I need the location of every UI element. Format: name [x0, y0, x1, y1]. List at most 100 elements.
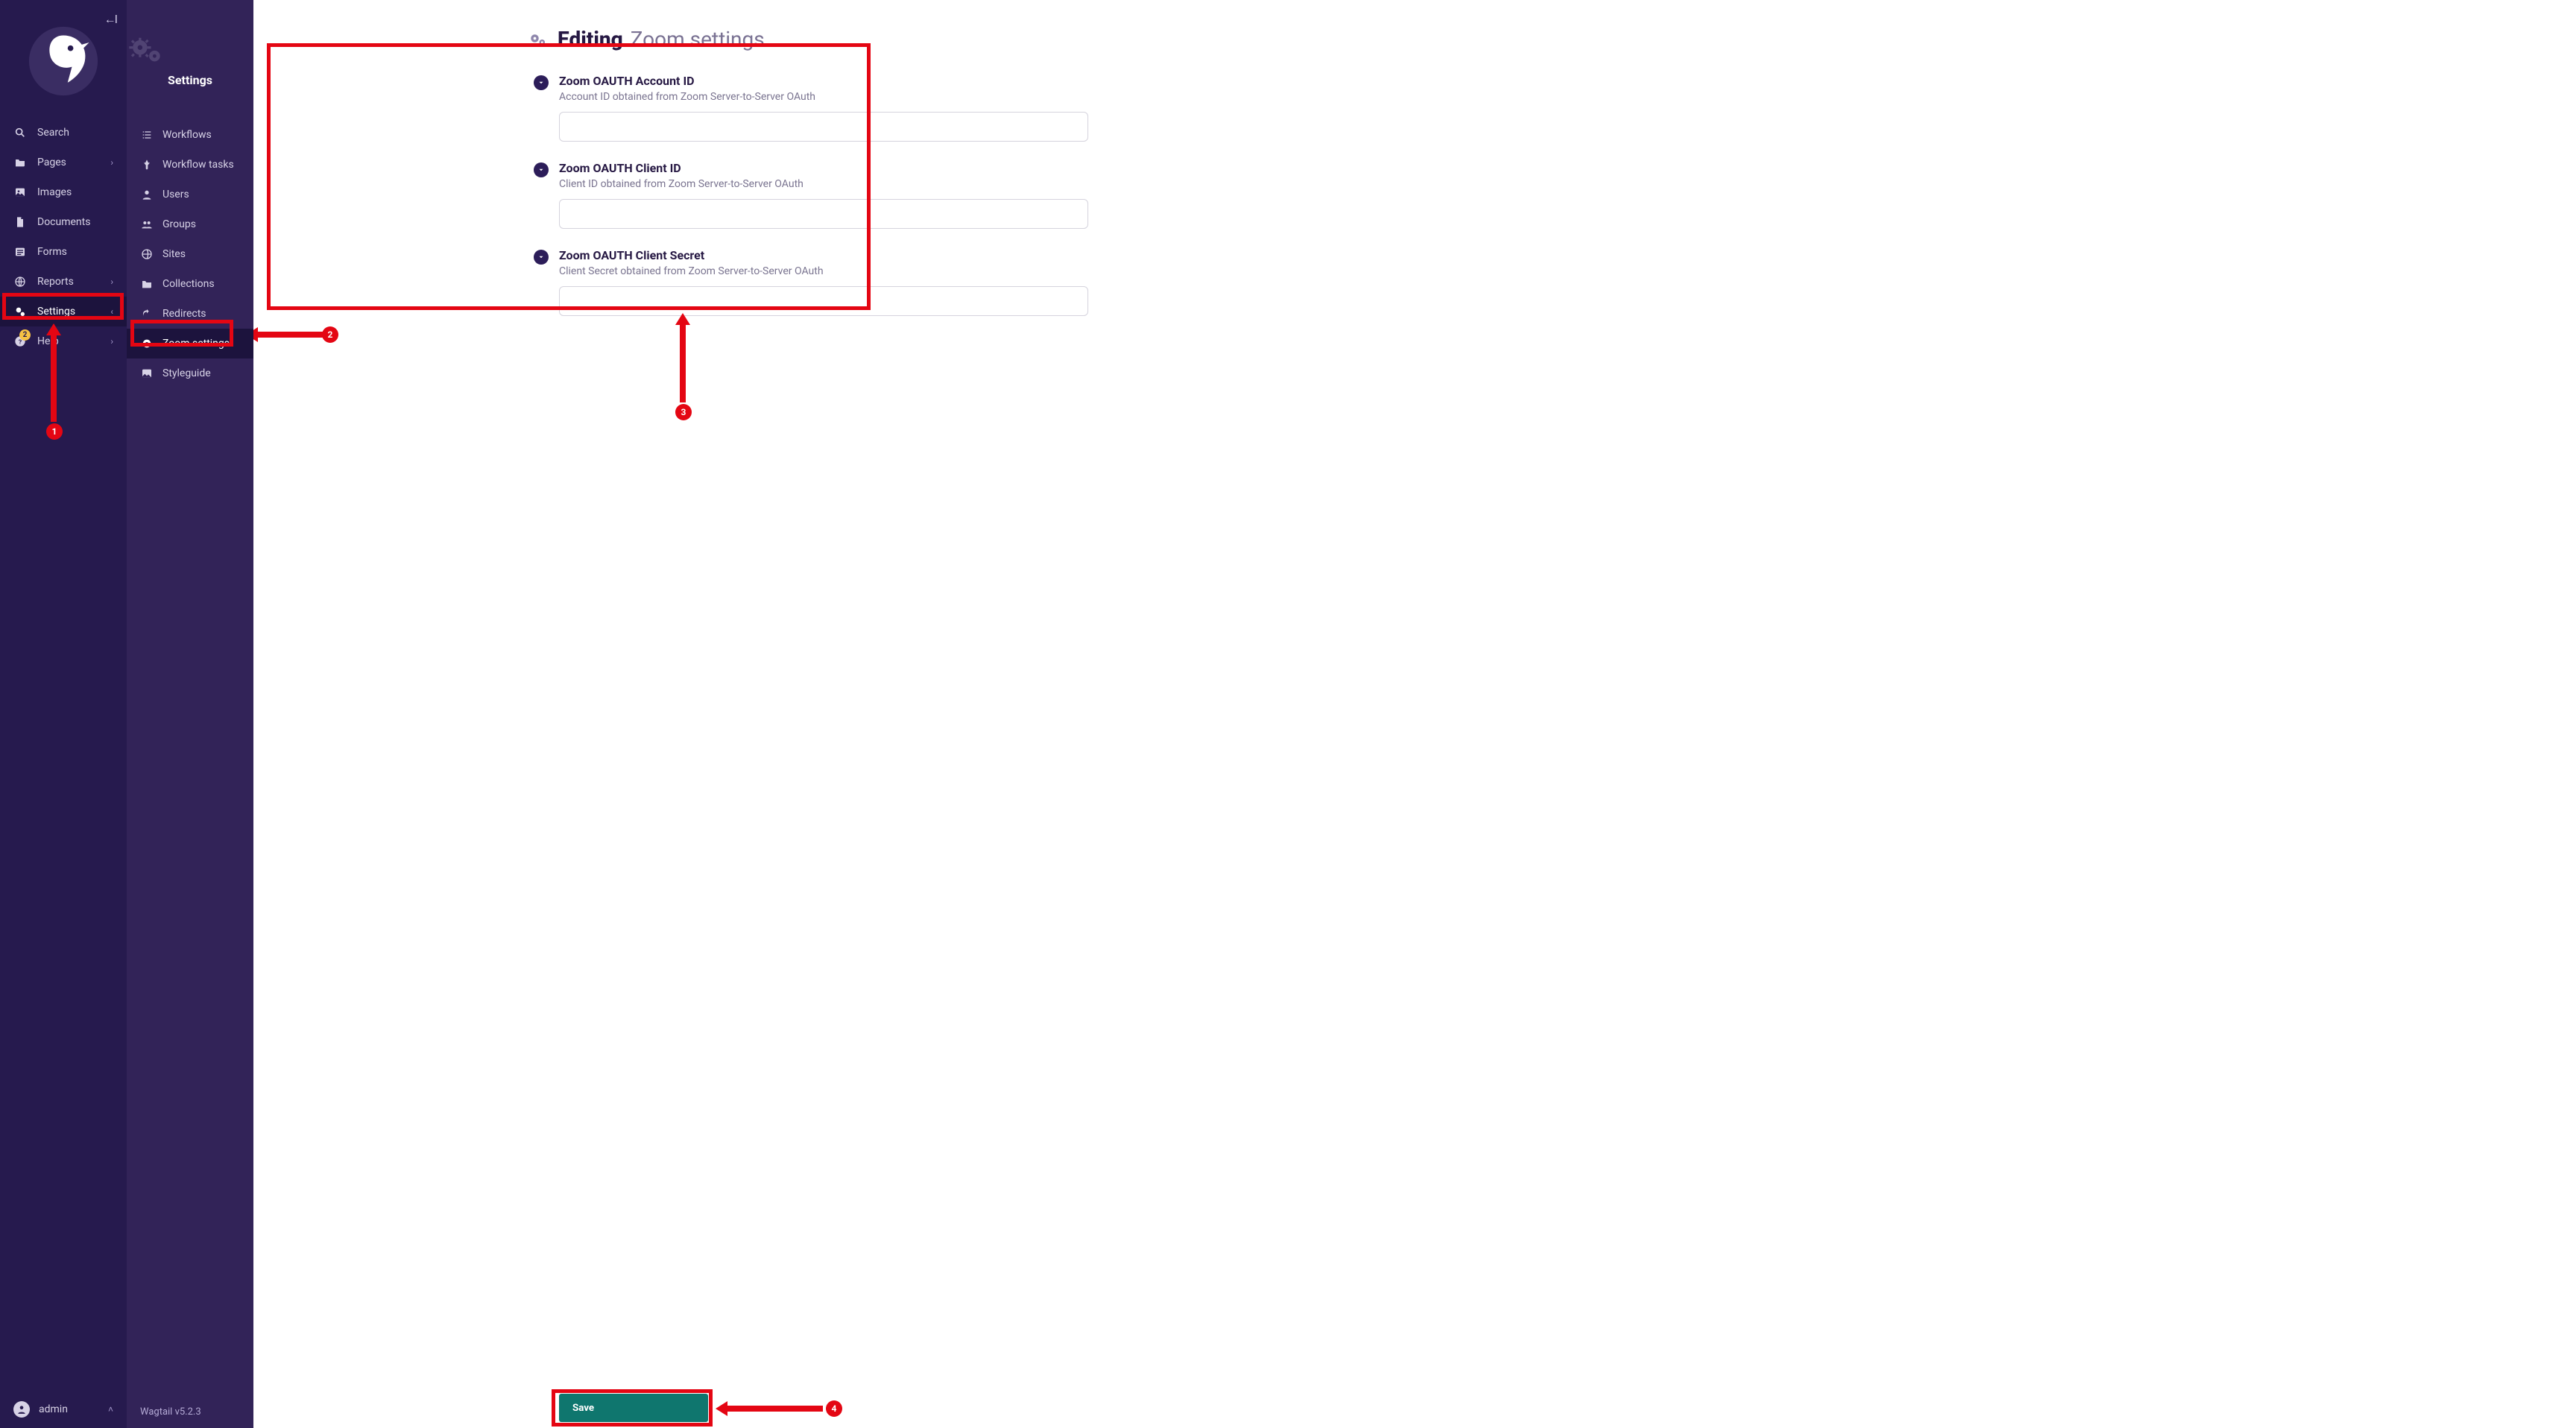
nav-label: Help — [37, 335, 59, 347]
sec-item-collections[interactable]: Collections — [127, 269, 253, 299]
nav-item-settings[interactable]: Settings ‹ — [0, 297, 127, 326]
annotation-arrow-4-head — [716, 1401, 727, 1416]
chevron-right-icon: › — [110, 336, 113, 347]
globe-icon — [140, 247, 154, 261]
document-icon — [13, 215, 27, 229]
sec-item-users[interactable]: Users — [127, 180, 253, 209]
page-header: Editing Zoom settings — [253, 0, 2549, 63]
nav-item-help[interactable]: ? 2 Help › — [0, 326, 127, 356]
search-icon — [13, 126, 27, 139]
cog-icon — [140, 337, 154, 350]
nav-item-reports[interactable]: Reports › — [0, 267, 127, 297]
sec-label: Sites — [162, 248, 186, 260]
help-badge: 2 — [19, 329, 31, 341]
zoom-client-secret-input[interactable] — [559, 286, 1088, 316]
nav-label: Images — [37, 186, 72, 198]
annotation-arrow-2-head — [253, 327, 258, 342]
field-zoom-account-id: Zoom OAUTH Account ID Account ID obtaine… — [529, 74, 2576, 142]
annotation-arrow-3-line — [680, 323, 686, 402]
page-title-subtitle: Zoom settings — [631, 27, 765, 51]
page-title-editing: Editing — [558, 27, 623, 51]
annotation-arrow-4-line — [726, 1406, 823, 1412]
sec-label: Groups — [162, 218, 196, 230]
sec-label: Styleguide — [162, 367, 211, 379]
sec-item-groups[interactable]: Groups — [127, 209, 253, 239]
user-icon — [140, 188, 154, 201]
sec-label: Workflows — [162, 129, 212, 141]
sec-label: Redirects — [162, 308, 206, 320]
field-label: Zoom OAUTH Client ID — [559, 161, 2576, 175]
sec-item-workflow-tasks[interactable]: Workflow tasks — [127, 150, 253, 180]
sec-label: Workflow tasks — [162, 159, 234, 171]
folder-icon — [140, 277, 154, 291]
avatar-icon — [13, 1401, 30, 1418]
chevron-left-icon: ‹ — [110, 306, 113, 317]
nav-label: Pages — [37, 157, 66, 168]
collapse-toggle[interactable] — [534, 162, 549, 177]
zoom-account-id-input[interactable] — [559, 112, 1088, 142]
wagtail-logo-icon — [28, 25, 99, 97]
image-icon — [13, 186, 27, 199]
nav-label: Settings — [37, 306, 75, 317]
sec-item-sites[interactable]: Sites — [127, 239, 253, 269]
sec-label: Collections — [162, 278, 215, 290]
nav-label: Search — [37, 127, 69, 139]
field-label: Zoom OAUTH Account ID — [559, 74, 2576, 88]
redirect-icon — [140, 307, 154, 320]
image-icon — [140, 367, 154, 380]
chevron-right-icon: › — [110, 277, 113, 287]
user-label: admin — [39, 1403, 68, 1415]
list-icon — [13, 245, 27, 259]
nav-item-documents[interactable]: Documents — [0, 207, 127, 237]
sec-item-workflows[interactable]: Workflows — [127, 120, 253, 150]
chevron-up-icon: ˄ — [108, 1404, 113, 1415]
version-label: Wagtail v5.2.3 — [127, 1396, 253, 1428]
sec-label: Users — [162, 189, 189, 200]
collapse-sidebar-button[interactable]: ←I — [104, 12, 116, 27]
sec-label: Zoom settings — [162, 338, 230, 350]
nav-item-pages[interactable]: Pages › — [0, 148, 127, 177]
secondary-header: Settings — [127, 0, 253, 101]
secondary-nav: Workflows Workflow tasks Users Groups Si… — [127, 120, 253, 388]
main-content: Editing Zoom settings Zoom OAUTH Account… — [253, 0, 2576, 1428]
group-icon — [140, 218, 154, 231]
nav-label: Forms — [37, 246, 67, 258]
nav-label: Documents — [37, 216, 90, 228]
annotation-badge-3: 3 — [675, 404, 692, 420]
field-help: Client Secret obtained from Zoom Server-… — [559, 265, 2576, 277]
secondary-sidebar: Settings Workflows Workflow tasks Users … — [127, 0, 253, 1428]
field-help: Account ID obtained from Zoom Server-to-… — [559, 91, 2576, 103]
field-label: Zoom OAUTH Client Secret — [559, 248, 2576, 262]
field-zoom-client-secret: Zoom OAUTH Client Secret Client Secret o… — [529, 248, 2576, 316]
annotation-badge-2: 2 — [322, 326, 338, 343]
collapse-toggle[interactable] — [534, 75, 549, 90]
secondary-title: Settings — [127, 73, 253, 87]
sec-item-zoom-settings[interactable]: Zoom settings — [127, 329, 253, 358]
nav-item-forms[interactable]: Forms — [0, 237, 127, 267]
gears-large-icon — [127, 34, 253, 66]
save-button[interactable]: Save — [559, 1394, 708, 1422]
gears-icon — [13, 305, 27, 318]
user-menu[interactable]: admin ˄ — [0, 1391, 127, 1428]
annotation-badge-4: 4 — [826, 1400, 842, 1417]
tasks-icon — [140, 128, 154, 142]
zoom-client-id-input[interactable] — [559, 199, 1088, 229]
sec-item-styleguide[interactable]: Styleguide — [127, 358, 253, 388]
primary-nav: Search Pages › Images Documents Fo — [0, 118, 127, 356]
save-button-label: Save — [572, 1403, 594, 1414]
chevron-right-icon: › — [110, 157, 113, 168]
sec-item-redirects[interactable]: Redirects — [127, 299, 253, 329]
nav-item-images[interactable]: Images — [0, 177, 127, 207]
field-zoom-client-id: Zoom OAUTH Client ID Client ID obtained … — [529, 161, 2576, 229]
nav-label: Reports — [37, 276, 74, 288]
field-help: Client ID obtained from Zoom Server-to-S… — [559, 178, 2576, 190]
form-area: Zoom OAUTH Account ID Account ID obtaine… — [253, 74, 2576, 316]
collapse-toggle[interactable] — [534, 250, 549, 265]
annotation-arrow-2-line — [256, 332, 323, 338]
globe-icon — [13, 275, 27, 288]
folder-open-icon — [13, 156, 27, 169]
primary-sidebar: ←I Search Pages › — [0, 0, 127, 1428]
nav-item-search[interactable]: Search — [0, 118, 127, 148]
pin-icon — [140, 158, 154, 171]
gears-icon — [529, 32, 547, 47]
